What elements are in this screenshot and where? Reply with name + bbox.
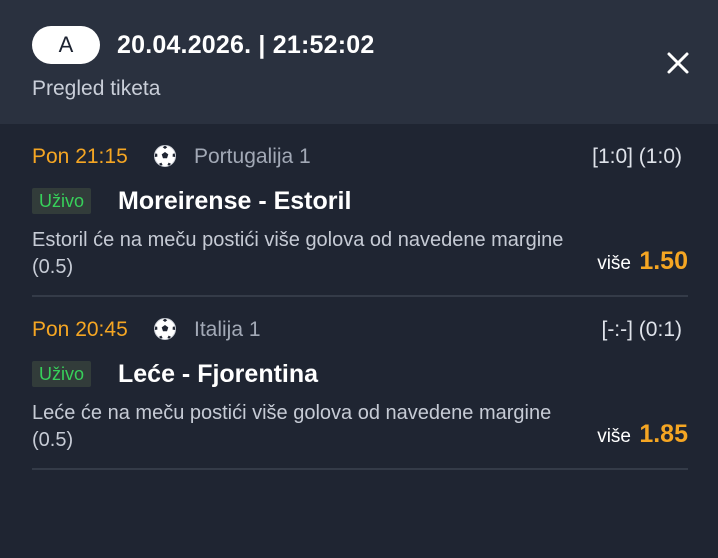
ticket-datetime: 20.04.2026. | 21:52:02 [117, 31, 375, 59]
match-name: Leće - Fjorentina [118, 360, 319, 388]
match-time: Pon 20:45 [32, 318, 128, 341]
match-time: Pon 21:15 [32, 145, 128, 168]
bet-item[interactable]: Pon 20:45 Italija 1 [-:-] (0:1) Uživo Le… [0, 297, 718, 469]
bet-item[interactable]: Pon 21:15 Portugalija 1 [1:0] (1:0) Uživ… [0, 124, 718, 296]
live-badge: Uživo [32, 188, 92, 214]
soccer-ball-icon [154, 318, 176, 340]
divider [32, 468, 688, 470]
page-title: Pregled tiketa [32, 77, 161, 100]
live-badge: Uživo [32, 361, 92, 387]
bet-description: Leće će na meču postići više golova od n… [32, 402, 552, 451]
match-name: Moreirense - Estoril [118, 187, 352, 215]
bet-description: Estoril će na meču postići više golova o… [32, 229, 564, 278]
ticket-type-badge: A [32, 26, 100, 64]
odd-value: 1.85 [639, 420, 688, 448]
odd-value: 1.50 [639, 247, 688, 275]
soccer-ball-icon [154, 145, 176, 167]
close-button[interactable] [662, 47, 694, 79]
odd-label: više [597, 426, 631, 447]
ticket-header: A 20.04.2026. | 21:52:02 Pregled tiketa [0, 0, 718, 124]
match-score: [1:0] (1:0) [592, 145, 682, 168]
odd-label: više [597, 253, 631, 274]
league-name: Italija 1 [194, 318, 261, 341]
match-score: [-:-] (0:1) [601, 318, 682, 341]
league-name: Portugalija 1 [194, 145, 311, 168]
close-icon [667, 52, 689, 74]
